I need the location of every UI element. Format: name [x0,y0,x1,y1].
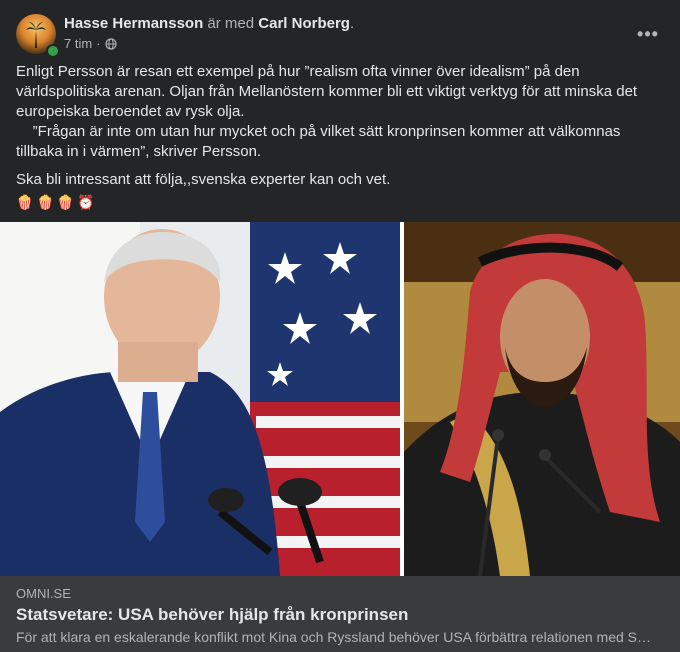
facebook-post: Hasse Hermansson är med Carl Norberg. 7 … [0,0,680,652]
alarm-clock-icon: ⏰ [77,194,95,210]
more-options-button[interactable]: ••• [630,16,666,52]
link-headline[interactable]: Statsvetare: USA behöver hjälp från kron… [16,605,408,625]
link-preview-image[interactable] [0,222,680,576]
popcorn-icon: 🍿 [56,194,75,210]
meta-separator: · [96,36,101,51]
link-description: För att klara en eskalerande konflikt mo… [16,629,656,645]
post-author-line: Hasse Hermansson är med Carl Norberg. [64,14,354,33]
tagged-suffix: . [349,15,355,32]
popcorn-icon: 🍿 [36,194,54,210]
post-paragraph-1: Enligt Persson är resan ett exempel på h… [16,63,638,120]
post-paragraph-2: ”Frågan är inte om utan hur mycket och p… [16,123,625,160]
tagged-person[interactable]: Carl Norberg [258,15,350,32]
more-options-icon: ••• [637,23,659,44]
post-time[interactable]: 7 tim [64,36,92,51]
palm-tree-icon [26,22,46,48]
online-status-indicator [46,44,60,58]
post-header: Hasse Hermansson är med Carl Norberg. 7 … [16,12,666,58]
emoji-row: 🍿 🍿 🍿 ⏰ [16,192,666,212]
post-text: Enligt Persson är resan ett exempel på h… [16,62,666,212]
link-preview[interactable]: OMNI.SE Statsvetare: USA behöver hjälp f… [0,576,680,652]
author-name[interactable]: Hasse Hermansson [64,15,203,32]
popcorn-icon: 🍿 [16,194,34,210]
link-domain: OMNI.SE [16,586,71,601]
globe-icon[interactable] [104,37,117,50]
post-meta: 7 tim · [64,36,117,51]
post-paragraph-3: Ska bli intressant att följa,,svenska ex… [16,171,391,188]
with-text: är med [207,15,255,32]
